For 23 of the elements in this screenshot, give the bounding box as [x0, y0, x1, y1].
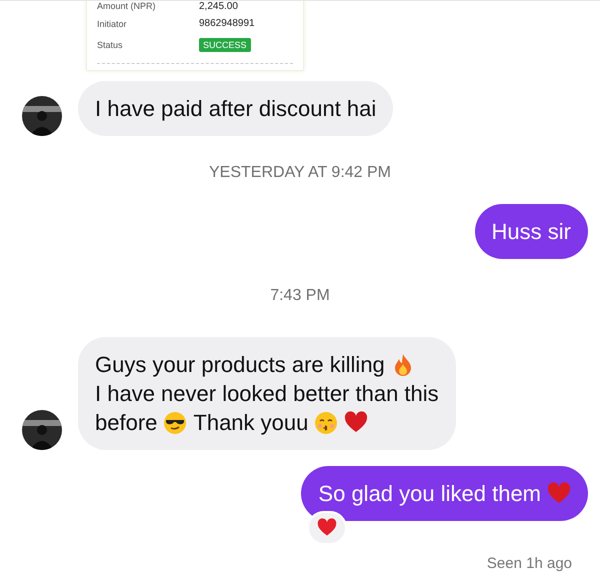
- kissing-face-icon: [314, 410, 338, 434]
- seen-status: Seen 1h ago: [486, 555, 572, 572]
- message-text: So glad you liked them: [318, 480, 541, 508]
- receipt-value: 9862948991: [199, 18, 255, 29]
- status-badge: SUCCESS: [199, 38, 251, 52]
- message-text: I have never looked better than this: [95, 380, 439, 408]
- sunglasses-face-icon: [163, 410, 188, 434]
- message-text: before: [95, 409, 158, 437]
- receipt-label: Status: [97, 40, 124, 50]
- message-text: Thank youu: [193, 409, 308, 437]
- receipt-value: 2,245.00: [199, 1, 238, 12]
- timestamp: YESTERDAY AT 9:42 PM: [208, 164, 392, 182]
- receipt-label: Initiator: [97, 18, 128, 28]
- heart-icon: [317, 518, 338, 538]
- receipt-label: Amount (NPR): [97, 1, 157, 11]
- heart-icon: [344, 410, 368, 434]
- message-text: Huss sir: [492, 218, 571, 246]
- heart-icon: [547, 482, 571, 506]
- message-text: Guys your products are killing: [95, 351, 385, 379]
- timestamp: 7:43 PM: [269, 287, 331, 305]
- avatar[interactable]: [22, 410, 62, 450]
- message-text: I have paid after discount hai: [95, 95, 376, 123]
- avatar[interactable]: [22, 96, 62, 136]
